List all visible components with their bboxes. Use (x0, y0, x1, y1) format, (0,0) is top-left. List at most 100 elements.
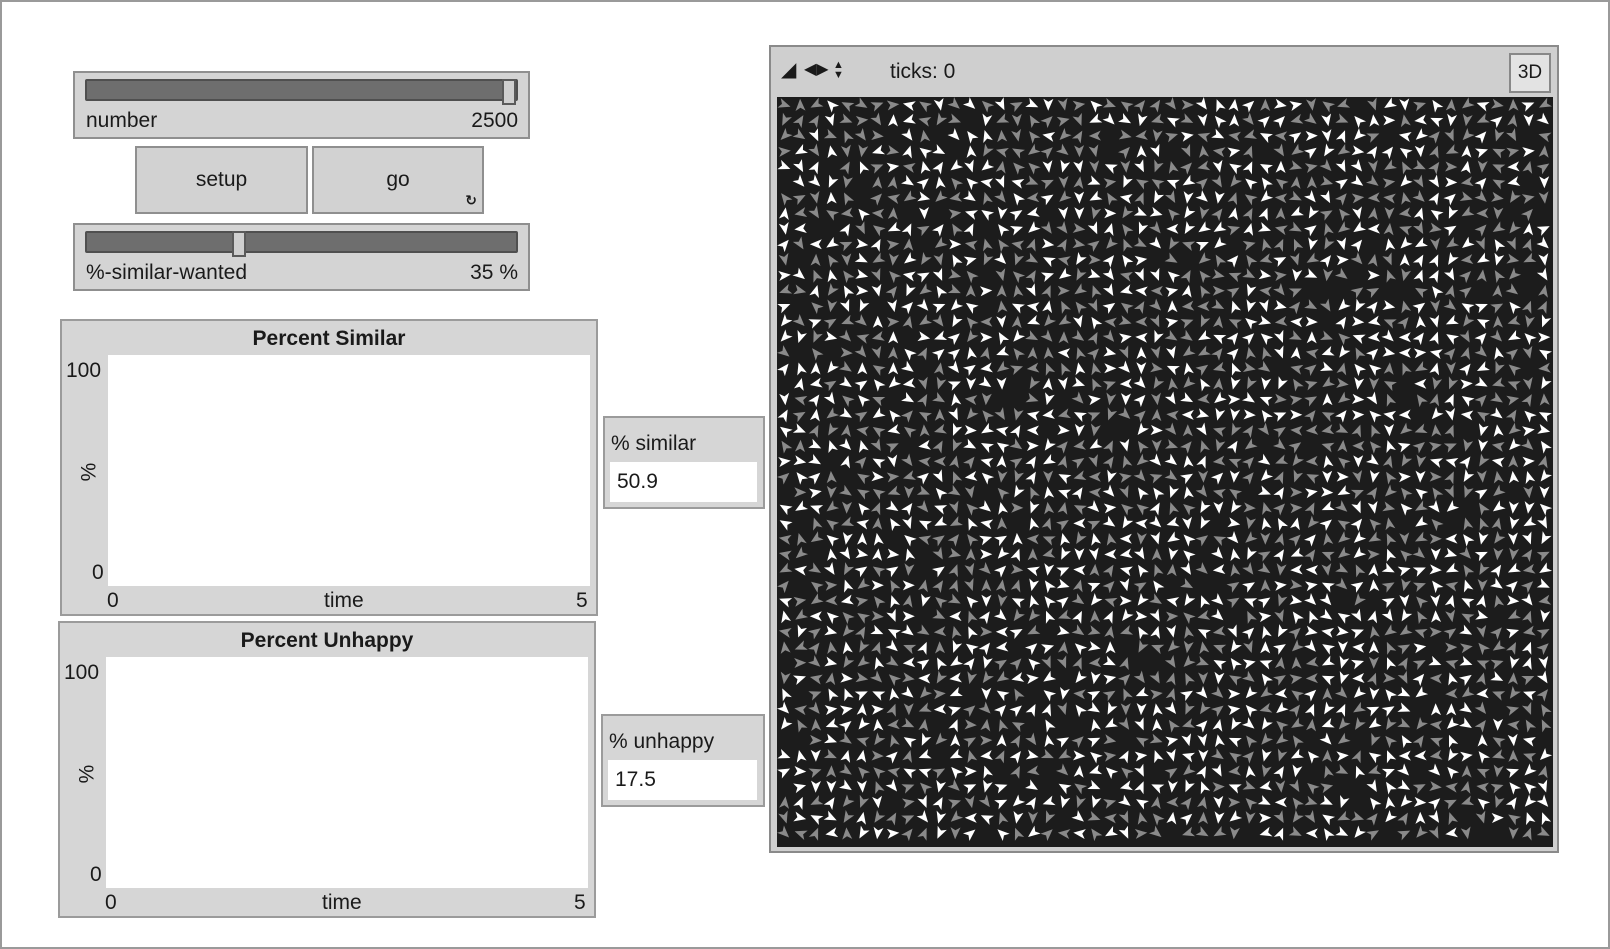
turtle (996, 670, 1010, 682)
turtle (1507, 532, 1518, 545)
turtle (1521, 394, 1532, 407)
turtle (1412, 546, 1425, 559)
turtle (840, 144, 851, 158)
turtle (1182, 424, 1193, 437)
turtle (826, 612, 840, 625)
turtle (1134, 828, 1148, 839)
3d-view-button[interactable]: 3D (1509, 53, 1551, 93)
turtle (1278, 593, 1288, 607)
turtle (1042, 409, 1055, 419)
turtle (997, 300, 1008, 313)
similar-wanted-slider-thumb[interactable] (232, 231, 246, 257)
similar-wanted-slider-track[interactable] (85, 231, 518, 257)
turtle (1381, 597, 1395, 609)
turtle (1261, 673, 1273, 687)
turtle (823, 810, 837, 821)
turtle (1428, 161, 1440, 175)
turtle (1259, 660, 1273, 670)
turtle (871, 580, 884, 591)
turtle (1183, 655, 1196, 668)
similar-wanted-slider[interactable]: %-similar-wanted 35 % (73, 223, 530, 291)
turtle (1013, 162, 1026, 175)
turtle (1508, 501, 1519, 514)
turtle (1210, 705, 1224, 717)
turtle (1211, 269, 1225, 279)
turtle (1491, 457, 1505, 468)
turtle (1074, 548, 1085, 561)
turtle (1509, 220, 1521, 234)
number-slider-thumb[interactable] (502, 79, 516, 105)
turtle (980, 458, 994, 468)
turtle (1445, 161, 1458, 172)
turtle (856, 780, 867, 793)
turtle (951, 393, 962, 407)
turtle (902, 657, 916, 668)
setup-button[interactable]: setup (135, 146, 308, 214)
turtle (1119, 548, 1133, 559)
turtle (1366, 706, 1380, 717)
edit-icon[interactable]: ◢ (781, 60, 796, 80)
turtle (1012, 271, 1026, 284)
turtle (794, 830, 808, 841)
turtle (1459, 656, 1473, 666)
plot-x-label: time (324, 589, 364, 612)
turtle (823, 733, 837, 744)
turtle (1043, 346, 1054, 360)
turtle (1400, 550, 1413, 563)
number-slider-track[interactable] (85, 79, 518, 105)
turtle (965, 284, 976, 297)
turtle (1164, 391, 1176, 405)
turtle (1073, 689, 1086, 700)
turtle (1231, 500, 1242, 513)
go-button[interactable]: go ↻ (312, 146, 484, 214)
up-down-arrows-icon[interactable]: ▲ ▼ (833, 60, 844, 81)
turtle (1413, 643, 1427, 654)
turtle (1257, 116, 1270, 129)
number-slider[interactable]: number 2500 (73, 71, 530, 139)
turtle (1521, 701, 1532, 715)
turtle (1429, 564, 1442, 575)
turtle (1134, 751, 1148, 762)
turtle (932, 224, 944, 237)
turtle (1459, 191, 1473, 201)
left-right-arrows-icon[interactable]: ◀▶ (804, 60, 829, 80)
turtle (839, 705, 853, 716)
turtle (1211, 763, 1222, 777)
turtle (1149, 670, 1160, 684)
turtle (1336, 255, 1349, 266)
percent-unhappy-plot[interactable]: Percent Unhappy 100 0 % 0 time 5 (58, 621, 596, 918)
turtle (1369, 687, 1380, 700)
turtle (1367, 223, 1380, 234)
turtle (1133, 394, 1146, 408)
world-view[interactable]: ◢ ◀▶ ▲ ▼ ticks: 0 3D (769, 45, 1559, 853)
turtle (1091, 592, 1103, 606)
world-canvas[interactable] (777, 97, 1553, 847)
turtle (887, 485, 901, 495)
turtle (811, 718, 822, 732)
turtle (1195, 484, 1207, 498)
turtle (1490, 659, 1504, 670)
turtle (917, 794, 927, 808)
turtle (1149, 99, 1161, 113)
turtle (993, 608, 1007, 621)
turtle (796, 749, 807, 763)
turtle (1479, 562, 1490, 576)
turtle (1448, 672, 1458, 686)
turtle (997, 487, 1010, 501)
turtle (1104, 363, 1117, 374)
turtle (1041, 517, 1052, 531)
turtle (1273, 471, 1284, 485)
turtle (996, 442, 1010, 454)
turtle (824, 113, 835, 127)
turtle (1242, 362, 1256, 372)
turtle (965, 548, 976, 561)
turtle (839, 407, 852, 418)
turtle (1056, 116, 1070, 127)
turtle (1135, 518, 1148, 529)
turtle (1303, 364, 1317, 376)
turtle (1477, 579, 1488, 592)
turtle (1026, 425, 1039, 436)
turtle (1526, 812, 1536, 826)
turtle (1245, 685, 1258, 699)
percent-similar-plot[interactable]: Percent Similar 100 0 % 0 time 5 (60, 319, 598, 616)
